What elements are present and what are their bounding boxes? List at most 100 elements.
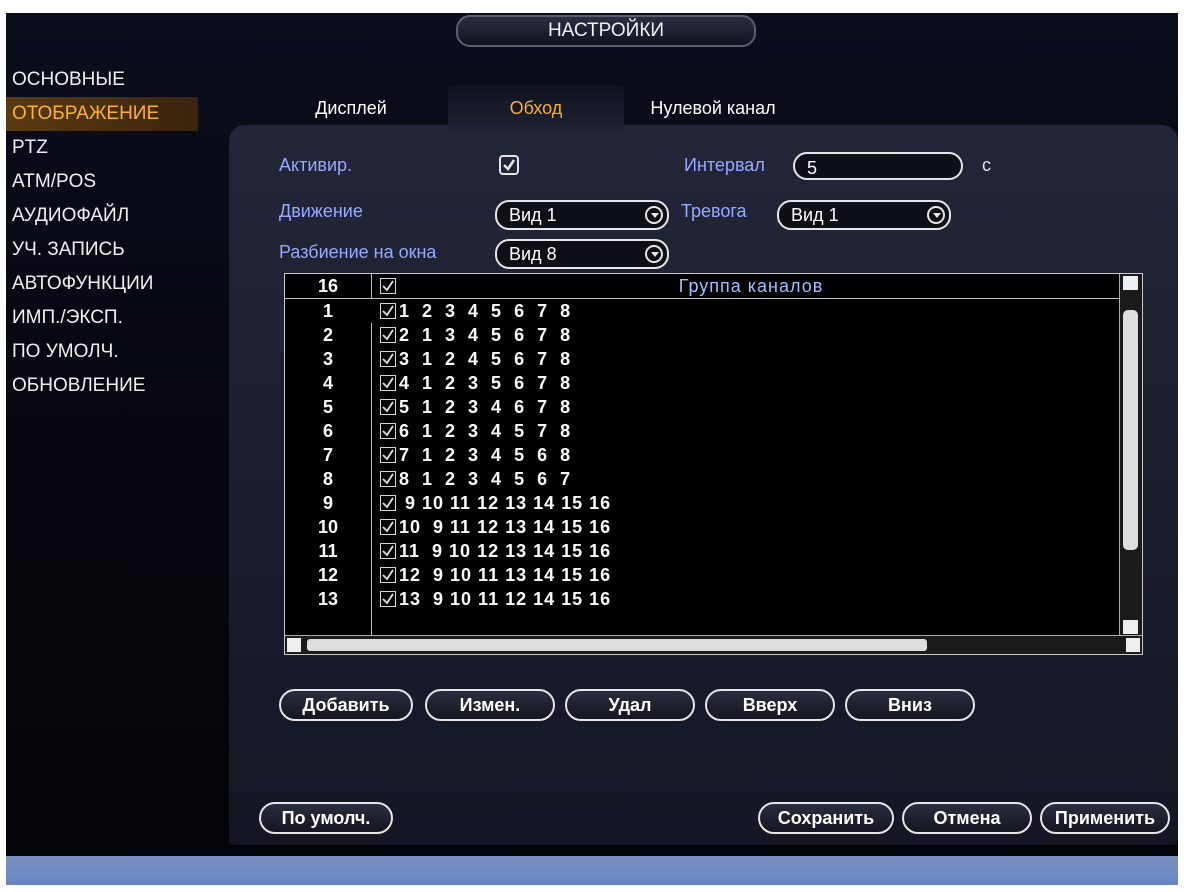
cancel-button[interactable]: Отмена [902,802,1032,834]
delete-button[interactable]: Удал [565,689,695,721]
table-row[interactable]: 10 10 9 11 12 13 14 15 16 [285,515,1120,539]
sidebar-item-accounts[interactable]: УЧ. ЗАПИСЬ [6,233,206,267]
table-row[interactable]: 6 6 1 2 3 4 5 7 8 [285,419,1120,443]
tab-zero-channel[interactable]: Нулевой канал [628,85,798,131]
scroll-left-icon[interactable] [287,638,301,652]
sidebar-item-update[interactable]: ОБНОВЛЕНИЕ [6,369,206,403]
check-icon [503,159,516,171]
row-checkbox[interactable] [380,399,396,415]
sidebar-item-default[interactable]: ПО УМОЛЧ. [6,335,206,369]
interval-label: Интервал [684,155,765,175]
check-icon [382,497,394,509]
sidebar-item-display[interactable]: ОТОБРАЖЕНИЕ [6,97,198,131]
row-checkbox[interactable] [380,447,396,463]
row-checkbox[interactable] [380,351,396,367]
row-number: 9 [322,493,333,513]
save-button[interactable]: Сохранить [758,802,894,834]
table-row[interactable]: 2 2 1 3 4 5 6 7 8 [285,323,1120,347]
row-checkbox[interactable] [380,327,396,343]
motion-select[interactable]: Вид 1 [495,200,669,230]
sidebar-item-atm-pos[interactable]: ATM/POS [6,165,206,199]
row-checkbox[interactable] [380,423,396,439]
row-number: 11 [318,541,338,561]
row-number: 6 [322,421,333,441]
table-row[interactable]: 1 1 2 3 4 5 6 7 8 [285,299,1120,323]
activate-label: Активир. [279,155,353,175]
sidebar-item-audio[interactable]: АУДИОФАЙЛ [6,199,206,233]
row-checkbox[interactable] [380,303,396,319]
settings-panel: Активир. Интервал 5 с Движение Вид 1 Тре… [229,125,1178,845]
table-row[interactable]: 7 7 1 2 3 4 5 6 8 [285,443,1120,467]
up-button[interactable]: Вверх [705,689,835,721]
check-icon [382,329,394,341]
sidebar-item-auto[interactable]: АВТОФУНКЦИИ [6,267,206,301]
row-number: 7 [322,445,333,465]
table-row[interactable]: 12 12 9 10 11 13 14 15 16 [285,563,1120,587]
interval-input[interactable]: 5 [793,152,963,180]
row-channels: 6 1 2 3 4 5 7 8 [399,421,572,441]
split-label: Разбиение на окна [279,242,437,262]
check-icon [382,305,394,317]
alarm-value: Вид 1 [791,205,839,225]
chevron-down-icon [927,206,945,224]
chevron-down-icon [645,206,663,224]
row-channels: 10 9 11 12 13 14 15 16 [399,517,612,537]
scroll-up-icon[interactable] [1123,276,1138,290]
scroll-down-icon[interactable] [1123,620,1138,634]
row-channels: 9 10 11 12 13 14 15 16 [399,493,612,513]
check-icon [382,569,394,581]
down-button[interactable]: Вниз [845,689,975,721]
table-row[interactable]: 3 3 1 2 4 5 6 7 8 [285,347,1120,371]
row-number: 13 [317,589,339,609]
edit-button[interactable]: Измен. [425,689,555,721]
tab-tour[interactable]: Обход [448,85,624,131]
vertical-scrollbar[interactable] [1119,274,1142,636]
row-checkbox[interactable] [380,471,396,487]
check-icon [382,377,394,389]
interval-unit: с [982,155,991,175]
row-number: 4 [322,373,333,393]
table-row[interactable]: 4 4 1 2 3 5 6 7 8 [285,371,1120,395]
scroll-right-icon[interactable] [1126,638,1140,652]
row-channels: 3 1 2 4 5 6 7 8 [399,349,572,369]
apply-button[interactable]: Применить [1040,802,1170,834]
motion-value: Вид 1 [509,205,557,225]
table-row[interactable]: 5 5 1 2 3 4 6 7 8 [285,395,1120,419]
check-icon [382,353,394,365]
table-row[interactable]: 13 13 9 10 11 12 14 15 16 [285,587,1120,611]
check-icon [382,449,394,461]
activate-checkbox[interactable] [499,155,519,175]
table-row[interactable]: 8 8 1 2 3 4 5 6 7 [285,467,1120,491]
default-button[interactable]: По умолч. [259,802,393,834]
row-checkbox[interactable] [380,495,396,511]
row-channels: 4 1 2 3 5 6 7 8 [399,373,572,393]
row-channels: 2 1 3 4 5 6 7 8 [399,325,572,345]
table-row[interactable]: 11 11 9 10 12 13 14 15 16 [285,539,1120,563]
horizontal-scrollbar[interactable] [285,635,1142,654]
row-checkbox[interactable] [380,567,396,583]
row-checkbox[interactable] [380,543,396,559]
sidebar-item-ptz[interactable]: PTZ [6,131,206,165]
row-checkbox[interactable] [380,591,396,607]
alarm-select[interactable]: Вид 1 [777,200,951,230]
row-channels: 1 2 3 4 5 6 7 8 [399,301,572,321]
check-icon [382,521,394,533]
page-title: НАСТРОЙКИ [456,15,756,47]
hscroll-thumb[interactable] [307,639,927,651]
row-number: 10 [317,517,339,537]
add-button[interactable]: Добавить [279,689,413,721]
row-number: 8 [322,469,333,489]
sidebar-item-import-export[interactable]: ИМП./ЭКСП. [6,301,206,335]
sidebar: ОСНОВНЫЕ ОТОБРАЖЕНИЕ PTZ ATM/POS АУДИОФА… [6,63,206,403]
sidebar-item-basic[interactable]: ОСНОВНЫЕ [6,63,206,97]
alarm-label: Тревога [681,201,747,221]
tab-display[interactable]: Дисплей [276,85,426,131]
row-checkbox[interactable] [380,519,396,535]
row-number: 2 [322,325,333,345]
split-select[interactable]: Вид 8 [495,239,669,269]
check-icon [382,593,394,605]
row-checkbox[interactable] [380,375,396,391]
row-channels: 5 1 2 3 4 6 7 8 [399,397,572,417]
table-row[interactable]: 9 9 10 11 12 13 14 15 16 [285,491,1120,515]
scroll-thumb[interactable] [1123,310,1138,550]
